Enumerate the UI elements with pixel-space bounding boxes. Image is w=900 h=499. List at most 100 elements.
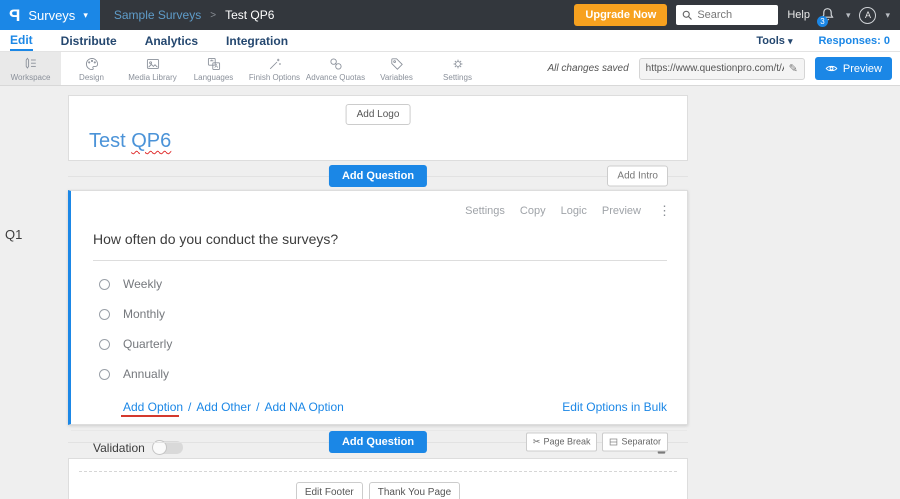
tab-edit[interactable]: Edit (10, 30, 33, 51)
edit-toolbar: Workspace Design Media Library A Languag… (0, 52, 900, 86)
breadcrumb: Sample Surveys > Test QP6 (114, 8, 275, 22)
question-number-label: Q1 (5, 227, 23, 242)
add-logo-button[interactable]: Add Logo (345, 104, 411, 125)
link-separator: / (256, 400, 260, 414)
chevron-down-icon[interactable]: ▾ (885, 10, 890, 21)
answer-options: Weekly Monthly Quarterly Annually (99, 277, 687, 381)
question-copy-link[interactable]: Copy (520, 205, 546, 217)
palette-icon (84, 56, 100, 72)
search-icon (681, 9, 693, 21)
toolbar-item-finish-options[interactable]: Finish Options (244, 52, 305, 85)
option-row-annually[interactable]: Annually (99, 367, 687, 381)
toolbar-item-languages[interactable]: A Languages (183, 52, 244, 85)
tools-menu[interactable]: Tools ▾ (756, 35, 792, 47)
avatar[interactable]: A (859, 6, 877, 24)
add-question-button[interactable]: Add Question (328, 430, 428, 453)
option-row-weekly[interactable]: Weekly (99, 277, 687, 291)
add-intro-button[interactable]: Add Intro (607, 165, 668, 186)
separator-button[interactable]: Separator (602, 432, 668, 451)
image-icon (145, 56, 161, 72)
breadcrumb-current: Test QP6 (225, 8, 275, 22)
chevron-down-icon: ▾ (787, 35, 793, 46)
add-question-button[interactable]: Add Question (328, 164, 428, 187)
question-actions: Settings Copy Logic Preview ⋮ (71, 191, 687, 219)
radio-icon[interactable] (99, 308, 110, 320)
tab-integration[interactable]: Integration (226, 31, 288, 50)
upgrade-now-button[interactable]: Upgrade Now (574, 4, 668, 26)
page-break-button[interactable]: ✂ Page Break (525, 432, 598, 451)
tab-distribute[interactable]: Distribute (61, 31, 117, 50)
question-settings-link[interactable]: Settings (465, 205, 505, 217)
insert-row-right: ✂ Page Break Separator (525, 432, 668, 451)
preview-button[interactable]: Preview (814, 57, 892, 80)
question-logic-link[interactable]: Logic (561, 205, 587, 217)
survey-nav: Edit Distribute Analytics Integration To… (0, 30, 900, 52)
toolbar-label: Variables (380, 72, 413, 82)
wand-icon (267, 56, 283, 72)
svg-text:A: A (214, 64, 218, 70)
tab-analytics[interactable]: Analytics (145, 31, 198, 50)
toolbar-label: Design (79, 72, 104, 82)
breadcrumb-parent[interactable]: Sample Surveys (114, 8, 201, 22)
search-input[interactable] (697, 9, 774, 21)
notification-badge: 3 (816, 16, 828, 27)
edit-options-in-bulk-link[interactable]: Edit Options in Bulk (562, 400, 667, 414)
edit-pencil-icon[interactable]: ✎ (789, 62, 798, 75)
toolbar-item-settings[interactable]: Settings (427, 52, 488, 85)
survey-title[interactable]: Test QP6 (89, 130, 171, 153)
survey-footer-card: Edit Footer Thank You Page (68, 458, 688, 499)
gear-icon (450, 56, 466, 72)
toolbar-item-advance-quotas[interactable]: Advance Quotas (305, 52, 366, 85)
search-box[interactable] (676, 5, 779, 25)
option-row-monthly[interactable]: Monthly (99, 307, 687, 321)
toolbar-label: Advance Quotas (305, 72, 366, 82)
radio-icon[interactable] (99, 338, 110, 350)
add-option-link[interactable]: Add Option (123, 400, 183, 414)
toolbar-label: Settings (443, 72, 472, 82)
option-label: Quarterly (123, 337, 173, 351)
question-text[interactable]: How often do you conduct the surveys? (93, 231, 667, 261)
tag-icon (389, 56, 405, 72)
breadcrumb-separator-icon: > (210, 9, 217, 21)
separator-label: Separator (621, 436, 661, 447)
toolbar-label: Languages (193, 72, 234, 82)
insert-row-top: Add Question Add Intro (68, 161, 688, 190)
add-na-option-link[interactable]: Add NA Option (264, 400, 343, 414)
survey-canvas: Add Logo Test QP6 Add Question Add Intro… (0, 86, 900, 499)
edit-footer-button[interactable]: Edit Footer (295, 482, 363, 499)
toolbar-item-design[interactable]: Design (61, 52, 122, 85)
link-separator: / (188, 400, 192, 414)
workspace-icon (23, 56, 39, 72)
kebab-menu-icon[interactable]: ⋮ (658, 203, 671, 219)
page-break-label: Page Break (543, 436, 591, 447)
translate-icon: A (206, 56, 222, 72)
question-card: Q1 Settings Copy Logic Preview ⋮ How oft… (5, 190, 688, 455)
toolbar-item-media-library[interactable]: Media Library (122, 52, 183, 85)
radio-icon[interactable] (99, 278, 110, 290)
eye-icon (825, 62, 838, 75)
option-label: Annually (123, 367, 170, 381)
help-link[interactable]: Help (787, 9, 810, 21)
insert-row-bottom: Add Question ✂ Page Break Separator (68, 425, 688, 458)
add-other-link[interactable]: Add Other (196, 400, 251, 414)
product-menu-label: Surveys (28, 7, 76, 23)
notifications-button[interactable]: 3 (816, 6, 837, 27)
questionpro-logo-icon: P (9, 5, 21, 25)
survey-url-field[interactable]: https://www.questionpro.com/t/APNrFZ ✎ (638, 57, 805, 80)
thank-you-page-button[interactable]: Thank You Page (368, 482, 461, 499)
toolbar-item-workspace[interactable]: Workspace (0, 52, 61, 85)
nav-right: Tools ▾ Responses: 0 (756, 35, 890, 47)
toolbar-item-variables[interactable]: Variables (366, 52, 427, 85)
question-preview-link[interactable]: Preview (602, 205, 641, 217)
responses-link[interactable]: Responses: 0 (818, 35, 890, 47)
option-row-quarterly[interactable]: Quarterly (99, 337, 687, 351)
survey-header-card: Add Logo Test QP6 (68, 95, 688, 161)
product-switcher[interactable]: P Surveys ▾ (0, 0, 100, 30)
radio-icon[interactable] (99, 368, 110, 380)
chain-icon (328, 56, 344, 72)
toolbar-label: Finish Options (248, 72, 301, 82)
chevron-down-icon[interactable]: ▾ (846, 10, 851, 21)
option-links-row: Add Option / Add Other / Add NA Option E… (121, 400, 667, 417)
separator-icon (609, 437, 618, 446)
survey-title-misspelled-word: QP6 (131, 130, 172, 152)
